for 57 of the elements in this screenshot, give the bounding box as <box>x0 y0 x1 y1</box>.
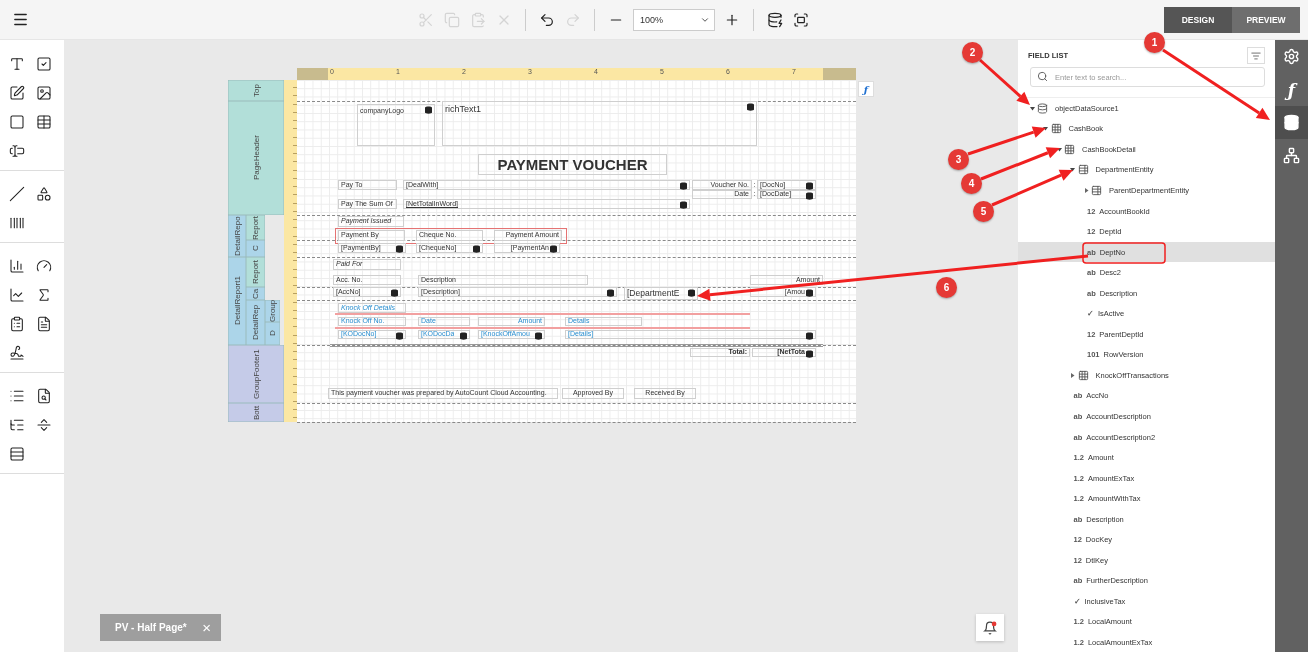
band-label[interactable]: DetailRepo <box>228 215 246 257</box>
grid-icon <box>1050 123 1062 135</box>
band-label[interactable]: D <box>265 322 280 345</box>
database-icon <box>396 245 403 253</box>
side-tab[interactable]: ƒ <box>1275 73 1308 106</box>
database-icon <box>688 289 695 297</box>
database-icon <box>550 245 557 253</box>
title-label[interactable]: PAYMENT VOUCHER <box>478 154 667 175</box>
database-icon <box>1283 114 1300 131</box>
band-label[interactable]: Bott <box>228 403 284 422</box>
grid-icon <box>1064 143 1075 155</box>
band-label[interactable]: C <box>246 240 265 257</box>
database-icon <box>1037 102 1048 114</box>
database-icon <box>747 103 754 111</box>
band-label[interactable]: PageHeader <box>228 101 284 215</box>
hierarchy-icon <box>1283 147 1300 164</box>
bell-icon <box>983 620 997 635</box>
database-icon <box>391 289 398 297</box>
database-icon <box>680 201 687 209</box>
settings-icon <box>1283 48 1300 65</box>
grid-icon <box>1077 369 1089 381</box>
database-icon <box>425 106 432 114</box>
database-icon <box>460 332 467 340</box>
band-label[interactable]: Report <box>246 257 265 287</box>
caret-icon[interactable] <box>1083 187 1089 193</box>
zoom-select[interactable]: 100% <box>633 8 715 31</box>
search-icon <box>1037 71 1048 82</box>
database-icon <box>607 289 614 297</box>
side-tab[interactable] <box>1275 106 1308 139</box>
caret-icon[interactable] <box>1070 372 1075 378</box>
table-icon <box>1077 164 1089 176</box>
database-icon <box>473 245 480 253</box>
band-label[interactable]: Ca <box>246 287 265 300</box>
database-icon <box>396 332 403 340</box>
notification-button[interactable] <box>976 614 1004 641</box>
control-text: [DepartmentE <box>627 288 680 299</box>
database-icon <box>535 332 542 340</box>
arrow <box>979 58 1030 105</box>
rich-text-box[interactable]: richText1 <box>442 101 757 146</box>
control-text: richText1 <box>445 104 481 115</box>
band-label[interactable]: Top <box>228 80 284 101</box>
filter-icon <box>1251 50 1261 61</box>
function-button[interactable]: ƒ <box>858 81 874 97</box>
database-icon <box>806 289 813 297</box>
data-field[interactable]: [DepartmentE <box>624 287 698 300</box>
band-label[interactable]: Report <box>246 215 265 240</box>
mode-tab[interactable]: DESIGN <box>1164 6 1232 33</box>
caret-icon[interactable] <box>1029 105 1035 111</box>
database-icon <box>806 332 813 340</box>
table-icon <box>1091 184 1102 196</box>
database-icon <box>680 182 687 190</box>
band-label[interactable]: DetailReport1 <box>228 257 246 345</box>
band-label[interactable]: GroupFooter1 <box>228 345 284 403</box>
mode-tab[interactable]: PREVIEW <box>1232 6 1300 33</box>
band-label[interactable]: DetailRep <box>246 300 265 345</box>
band-label[interactable]: Group <box>265 300 280 322</box>
database-icon <box>806 350 813 358</box>
